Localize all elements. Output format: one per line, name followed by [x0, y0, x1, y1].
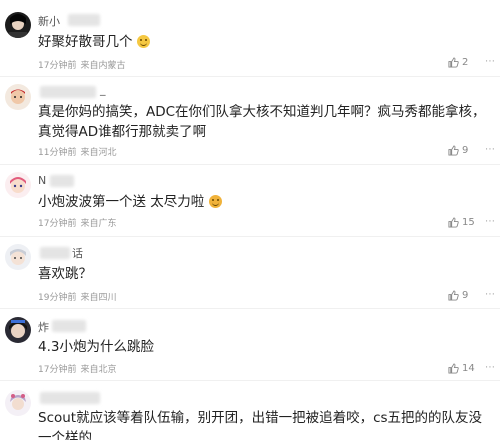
thumbs-up-icon — [448, 216, 459, 228]
comment-item: 炸 4.3小炮为什么跳脸 17分钟前 来自北京 14 ⋯ — [0, 308, 500, 380]
username-redacted — [40, 86, 96, 98]
comment-text: Scout就应该等着队伍输，别开团，出错一把被追着咬，cs五把的的队友没一个样的 — [38, 410, 483, 440]
comment-location: 来自四川 — [80, 293, 117, 303]
comment-meta: 17分钟前 来自北京 — [38, 362, 120, 375]
comment-item: 新小 好聚好散哥几个 17分钟前 来自内蒙古 2 ⋯ — [0, 0, 500, 76]
like-count: 9 — [462, 144, 469, 156]
like-count: 9 — [462, 289, 469, 301]
username[interactable]: 新小 — [38, 13, 60, 29]
more-icon[interactable]: ⋯ — [484, 361, 496, 375]
like-button[interactable]: 14 — [448, 361, 478, 375]
comment-text: 真是你妈的搞笑，ADC在你们队拿大核不知道判几年啊？疯马秀都能拿核，真觉得AD谁… — [38, 104, 486, 140]
comment-item: Scout就应该等着队伍输，别开团，出错一把被追着咬，cs五把的的队友没一个样的 — [0, 380, 500, 440]
username[interactable]: _ — [100, 83, 106, 96]
laugh-emoji-icon — [208, 195, 222, 208]
like-count: 15 — [462, 216, 475, 228]
thumbs-up-icon — [448, 56, 459, 68]
comment-text: 小炮波波第一个送 太尽力啦 — [38, 192, 488, 212]
comment-text: 喜欢跳？ — [38, 266, 92, 282]
like-button[interactable]: 9 — [448, 288, 478, 302]
more-icon[interactable]: ⋯ — [484, 143, 496, 157]
username[interactable]: 炸 — [38, 319, 49, 335]
like-count: 14 — [462, 362, 475, 374]
smile-emoji-icon — [136, 35, 150, 48]
username-redacted — [50, 175, 74, 187]
avatar[interactable] — [5, 84, 31, 110]
like-button[interactable]: 2 — [448, 55, 478, 69]
more-icon[interactable]: ⋯ — [484, 55, 496, 69]
comment-meta: 17分钟前 来自广东 — [38, 216, 120, 229]
like-button[interactable]: 9 — [448, 143, 478, 157]
more-icon[interactable]: ⋯ — [484, 288, 496, 302]
comment-item: N 小炮波波第一个送 太尽力啦 17分钟前 来自广东 15 ⋯ — [0, 164, 500, 236]
avatar[interactable] — [5, 317, 31, 343]
comment-text: 好聚好散哥几个 — [38, 32, 488, 52]
like-count: 2 — [462, 56, 469, 68]
username[interactable]: N — [38, 174, 46, 187]
avatar[interactable] — [5, 12, 31, 38]
more-icon[interactable]: ⋯ — [484, 215, 496, 229]
comment-item: 话 喜欢跳？ 19分钟前 来自四川 9 ⋯ — [0, 236, 500, 308]
comment-time: 17分钟前 — [38, 61, 77, 71]
comment-time: 11分钟前 — [38, 148, 77, 158]
avatar[interactable] — [5, 172, 31, 198]
username-redacted — [52, 320, 86, 332]
avatar[interactable] — [5, 244, 31, 270]
comment-meta: 11分钟前 来自河北 — [38, 145, 120, 158]
thumbs-up-icon — [448, 144, 459, 156]
comment-time: 19分钟前 — [38, 293, 77, 303]
thumbs-up-icon — [448, 289, 459, 301]
like-button[interactable]: 15 — [448, 215, 478, 229]
comment-item: _ 真是你妈的搞笑，ADC在你们队拿大核不知道判几年啊？疯马秀都能拿核，真觉得A… — [0, 76, 500, 164]
thumbs-up-icon — [448, 362, 459, 374]
comment-location: 来自内蒙古 — [80, 61, 126, 71]
username-redacted — [40, 392, 100, 404]
comment-location: 来自北京 — [80, 365, 117, 375]
username[interactable]: 话 — [72, 245, 83, 261]
comment-text: 4.3小炮为什么跳脸 — [38, 339, 154, 355]
comment-meta: 17分钟前 来自内蒙古 — [38, 58, 129, 71]
comment-location: 来自河北 — [80, 148, 117, 158]
comment-time: 17分钟前 — [38, 219, 77, 229]
avatar[interactable] — [5, 390, 31, 416]
comment-time: 17分钟前 — [38, 365, 77, 375]
username-redacted — [68, 14, 100, 26]
comment-meta: 19分钟前 来自四川 — [38, 290, 120, 303]
username-redacted — [40, 247, 70, 259]
comment-location: 来自广东 — [80, 219, 117, 229]
